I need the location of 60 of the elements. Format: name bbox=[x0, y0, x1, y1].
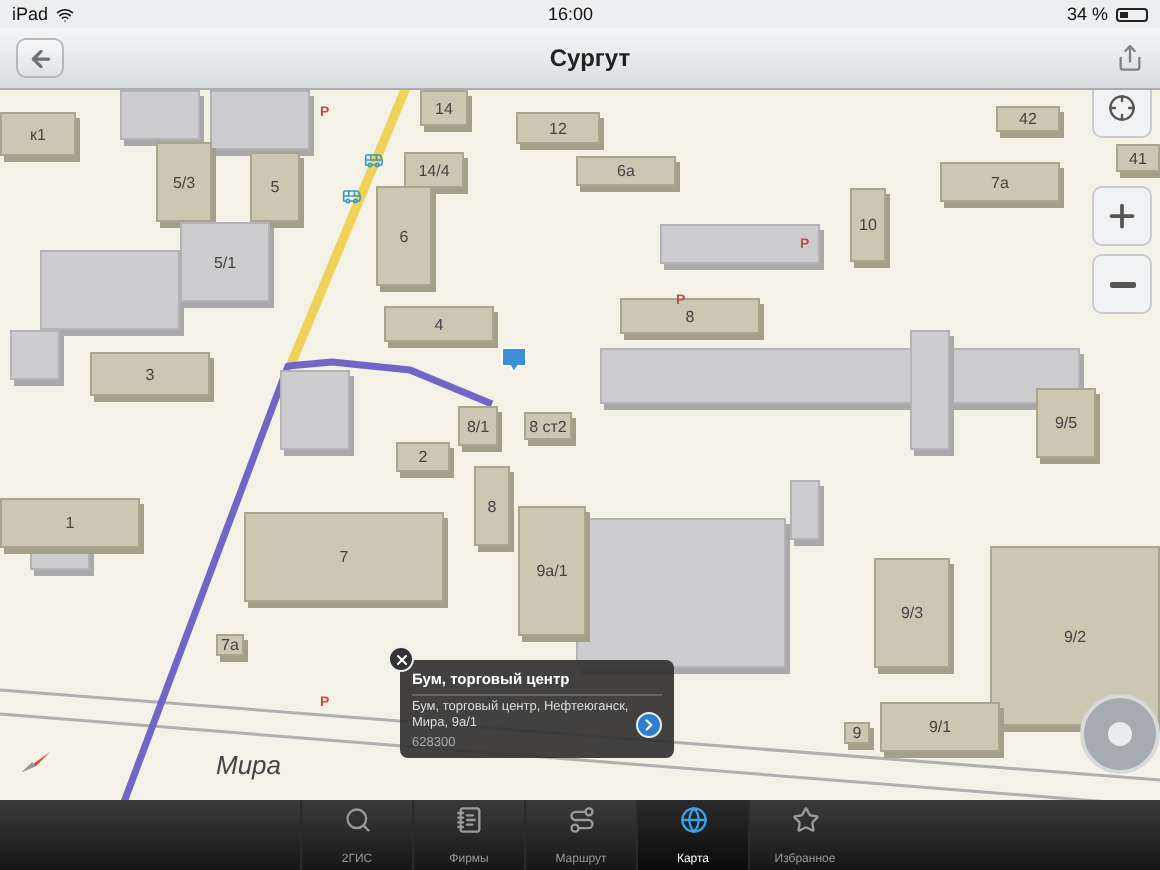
building-block bbox=[280, 370, 350, 450]
battery-percent: 34 % bbox=[1066, 4, 1108, 24]
plus-icon bbox=[1104, 198, 1140, 234]
clock-time: 16:00 bbox=[547, 4, 594, 24]
wifi-icon bbox=[56, 5, 75, 23]
building-block: 9/1 bbox=[880, 702, 1000, 752]
close-button[interactable] bbox=[388, 646, 414, 672]
building-block: 8 ст2 bbox=[524, 412, 572, 440]
share-button[interactable] bbox=[1116, 44, 1144, 72]
building-block: 4 bbox=[384, 306, 494, 342]
map-pin-icon[interactable] bbox=[500, 346, 528, 374]
building-block: 3 bbox=[90, 352, 210, 396]
device-name: iPad bbox=[12, 4, 49, 24]
zoom-out-button[interactable] bbox=[1092, 254, 1152, 314]
building-block: 12 bbox=[516, 112, 600, 144]
compass-icon bbox=[20, 750, 52, 774]
bus-stop-icon bbox=[364, 150, 384, 170]
building-block: 7 bbox=[244, 512, 444, 602]
building-block: 14/4 bbox=[404, 152, 464, 188]
building-block: 9/3 bbox=[874, 558, 950, 668]
building-block: 5/3 bbox=[156, 142, 212, 222]
building-block: 14 bbox=[420, 90, 468, 126]
building-block: 41 bbox=[1116, 144, 1160, 172]
bus-stop-icon bbox=[342, 186, 362, 206]
building-block: 7а bbox=[216, 634, 244, 656]
star-icon bbox=[791, 806, 819, 834]
building-block bbox=[790, 480, 820, 540]
battery-icon bbox=[1116, 7, 1148, 21]
building-block: 5 bbox=[250, 152, 300, 222]
locate-icon bbox=[1108, 94, 1136, 122]
locate-button[interactable] bbox=[1092, 90, 1152, 138]
city-title: Сургут bbox=[549, 44, 631, 72]
back-button[interactable] bbox=[16, 38, 64, 78]
globe-icon bbox=[679, 806, 707, 834]
building-block: 5/1 bbox=[180, 222, 270, 302]
building-block: 9а/1 bbox=[518, 506, 586, 636]
building-block: 1 bbox=[0, 498, 140, 548]
chevron-right-icon bbox=[640, 715, 658, 734]
share-icon bbox=[1116, 44, 1144, 72]
search-icon bbox=[343, 806, 371, 834]
building-block: 6а bbox=[576, 156, 676, 186]
building-block: 10 bbox=[850, 188, 886, 262]
street-label: Мира bbox=[216, 750, 282, 780]
notebook-icon bbox=[455, 806, 483, 834]
building-block: 6 bbox=[376, 186, 432, 286]
building-block: к1 bbox=[0, 112, 76, 156]
zoom-in-button[interactable] bbox=[1092, 186, 1152, 246]
back-arrow-icon bbox=[27, 45, 53, 71]
building-block: 8 bbox=[474, 466, 510, 546]
building-block: 9/2 bbox=[990, 546, 1160, 726]
building-block: 8/1 bbox=[458, 406, 498, 446]
building-block: 7а bbox=[940, 162, 1060, 202]
building-block: 2 bbox=[396, 442, 450, 472]
route-icon bbox=[567, 806, 595, 834]
close-icon bbox=[393, 651, 409, 667]
building-block: 9 bbox=[844, 722, 870, 744]
building-block: 42 bbox=[996, 106, 1060, 132]
building-block: 9/5 bbox=[1036, 388, 1096, 458]
details-button[interactable] bbox=[636, 711, 662, 738]
minus-icon bbox=[1109, 281, 1135, 287]
